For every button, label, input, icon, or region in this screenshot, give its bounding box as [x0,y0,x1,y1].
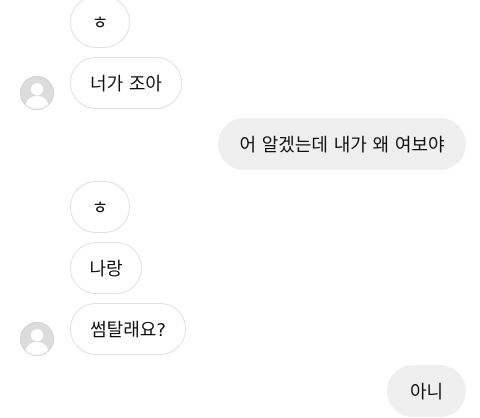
message-bubble-outgoing[interactable]: 아니 [387,365,466,417]
sender-avatar-icon[interactable] [20,322,54,356]
message-bubble-incoming[interactable]: 너가 조아 [70,57,182,109]
message-bubble-outgoing[interactable]: 어 알겠는데 내가 왜 여보야 [218,118,466,170]
message-text: 썸탈래요? [90,320,166,341]
message-bubble-incoming[interactable]: ㅎ [70,0,130,48]
message-bubble-incoming[interactable]: 썸탈래요? [70,303,186,355]
message-text: 아니 [409,382,444,403]
message-bubble-incoming[interactable]: ㅎ [70,181,130,233]
message-text: 어 알겠는데 내가 왜 여보야 [239,135,445,156]
sender-avatar-icon[interactable] [20,76,54,110]
message-text: ㅎ [91,198,109,219]
message-text: 너가 조아 [90,74,162,95]
message-text: ㅎ [91,13,109,34]
message-text: 나랑 [89,259,123,280]
message-bubble-incoming[interactable]: 나랑 [70,242,142,294]
